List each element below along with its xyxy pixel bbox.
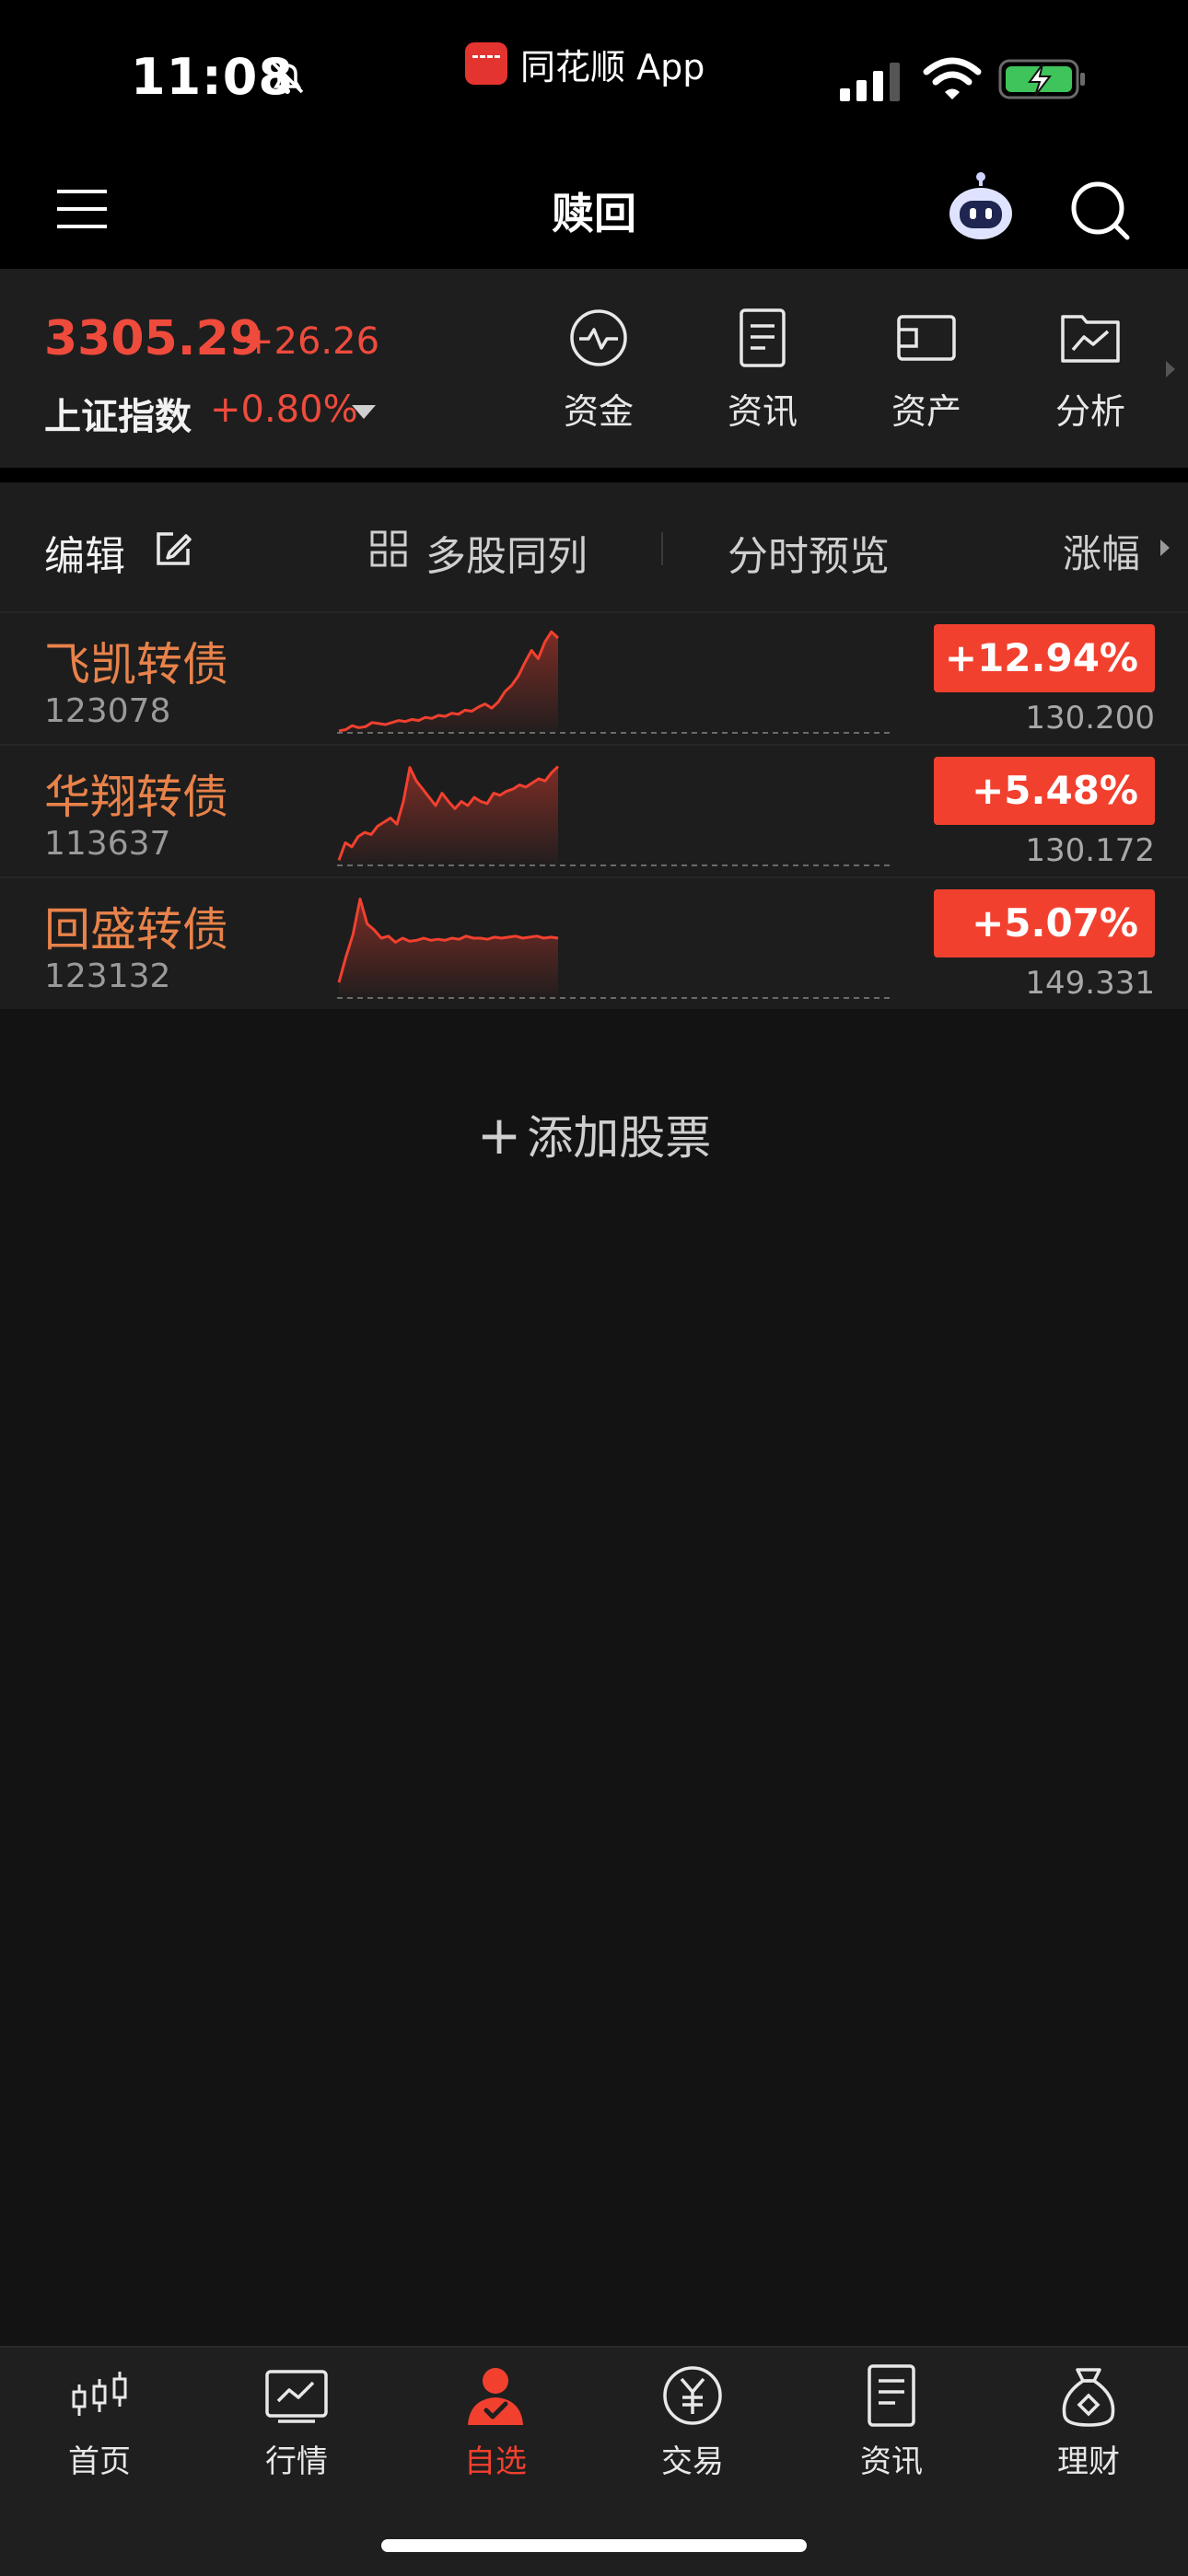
sort-arrow-icon bbox=[1160, 540, 1170, 556]
chart-board-icon bbox=[265, 2370, 328, 2423]
document-icon bbox=[740, 308, 786, 367]
sparkline-area bbox=[339, 632, 558, 733]
tab-watchlist[interactable]: 自选 bbox=[422, 2362, 569, 2481]
stock-row[interactable]: 回盛转债 123132 +5.07% 149.331 bbox=[0, 876, 1188, 1009]
quick-action-funds[interactable]: 资金 bbox=[543, 306, 654, 434]
stock-code: 113637 bbox=[44, 825, 171, 863]
money-bag-icon bbox=[1062, 2368, 1115, 2427]
stock-code: 123132 bbox=[44, 957, 171, 995]
intraday-preview-button[interactable]: 分时预览 bbox=[728, 523, 890, 582]
tab-label: 首页 bbox=[68, 2443, 131, 2480]
intraday-sparkline bbox=[337, 765, 890, 866]
grid-icon[interactable] bbox=[370, 530, 407, 567]
change-badge: +5.07% bbox=[934, 889, 1155, 957]
quick-action-assets[interactable]: 资产 bbox=[871, 306, 982, 434]
stock-name: 回盛转债 bbox=[44, 903, 228, 957]
cellular-signal-icon bbox=[840, 63, 900, 101]
back-to-app[interactable]: 同花顺 App bbox=[465, 41, 705, 87]
pulse-circle-icon bbox=[570, 309, 627, 366]
index-change-pct: +0.80% bbox=[210, 389, 358, 431]
add-stock-button[interactable]: + 添加股票 bbox=[0, 1101, 1188, 1167]
quick-action-news[interactable]: 资讯 bbox=[707, 306, 818, 434]
tab-label: 行情 bbox=[265, 2443, 328, 2480]
app-name: 同花顺 App bbox=[520, 46, 705, 87]
quick-action-label: 资产 bbox=[891, 391, 961, 432]
app-logo-icon bbox=[465, 42, 507, 85]
chart-folder-icon bbox=[1061, 315, 1120, 363]
index-name[interactable]: 上证指数 bbox=[44, 387, 192, 440]
quick-action-label: 资讯 bbox=[727, 391, 798, 432]
stock-price: 130.200 bbox=[1025, 700, 1155, 737]
battery-charging-icon bbox=[998, 59, 1085, 99]
edit-icon[interactable] bbox=[153, 528, 193, 569]
tab-wealth[interactable]: 理财 bbox=[1015, 2362, 1162, 2481]
change-badge: +5.48% bbox=[934, 757, 1155, 825]
tab-label: 资讯 bbox=[860, 2443, 923, 2480]
intraday-sparkline bbox=[337, 630, 890, 734]
edit-button[interactable]: 编辑 bbox=[44, 523, 125, 582]
index-dropdown-icon[interactable] bbox=[352, 405, 376, 419]
stock-name: 飞凯转债 bbox=[44, 638, 228, 691]
wallet-icon bbox=[897, 315, 956, 361]
tab-home[interactable]: 首页 bbox=[26, 2362, 173, 2481]
tab-label: 自选 bbox=[464, 2443, 527, 2480]
bell-muted-icon bbox=[271, 61, 304, 94]
scroll-right-icon[interactable] bbox=[1166, 361, 1175, 377]
tab-news[interactable]: 资讯 bbox=[818, 2362, 965, 2481]
yen-circle-icon bbox=[663, 2366, 722, 2425]
tab-market[interactable]: 行情 bbox=[223, 2362, 370, 2481]
wifi-icon bbox=[923, 57, 982, 99]
multi-stock-button[interactable]: 多股同列 bbox=[425, 523, 588, 582]
stock-code: 123078 bbox=[44, 692, 171, 730]
plus-icon: + bbox=[476, 1104, 522, 1166]
index-change: +26.26 bbox=[243, 320, 380, 363]
tab-label: 交易 bbox=[661, 2443, 724, 2480]
sparkline-area bbox=[339, 899, 558, 998]
section-divider bbox=[0, 468, 1188, 482]
robot-assistant-icon[interactable] bbox=[943, 171, 1019, 247]
stock-row[interactable]: 飞凯转债 123078 +12.94% 130.200 bbox=[0, 611, 1188, 744]
toolbar-divider bbox=[661, 532, 663, 565]
add-stock-label: 添加股票 bbox=[527, 1111, 712, 1165]
sort-change-button[interactable]: 涨幅 bbox=[1063, 523, 1140, 579]
news-doc-icon bbox=[868, 2364, 915, 2427]
sparkline-area bbox=[339, 766, 558, 865]
home-indicator bbox=[381, 2539, 807, 2552]
tab-trade[interactable]: 交易 bbox=[619, 2362, 766, 2481]
status-bar: 11:08 同花顺 App bbox=[0, 0, 1188, 147]
candlestick-icon bbox=[72, 2372, 127, 2416]
index-price[interactable]: 3305.29 bbox=[44, 311, 262, 366]
stock-price: 130.172 bbox=[1025, 832, 1155, 869]
stock-row[interactable]: 华翔转债 113637 +5.48% 130.172 bbox=[0, 744, 1188, 876]
tab-label: 理财 bbox=[1057, 2443, 1120, 2480]
stock-price: 149.331 bbox=[1025, 965, 1155, 1002]
quick-action-analysis[interactable]: 分析 bbox=[1035, 306, 1146, 434]
intraday-sparkline bbox=[337, 898, 890, 999]
quick-action-label: 分析 bbox=[1054, 391, 1125, 432]
quick-action-label: 资金 bbox=[563, 391, 634, 432]
stock-name: 华翔转债 bbox=[44, 771, 228, 824]
change-badge: +12.94% bbox=[934, 624, 1155, 692]
user-check-icon bbox=[468, 2368, 523, 2425]
search-icon[interactable] bbox=[1066, 177, 1133, 243]
